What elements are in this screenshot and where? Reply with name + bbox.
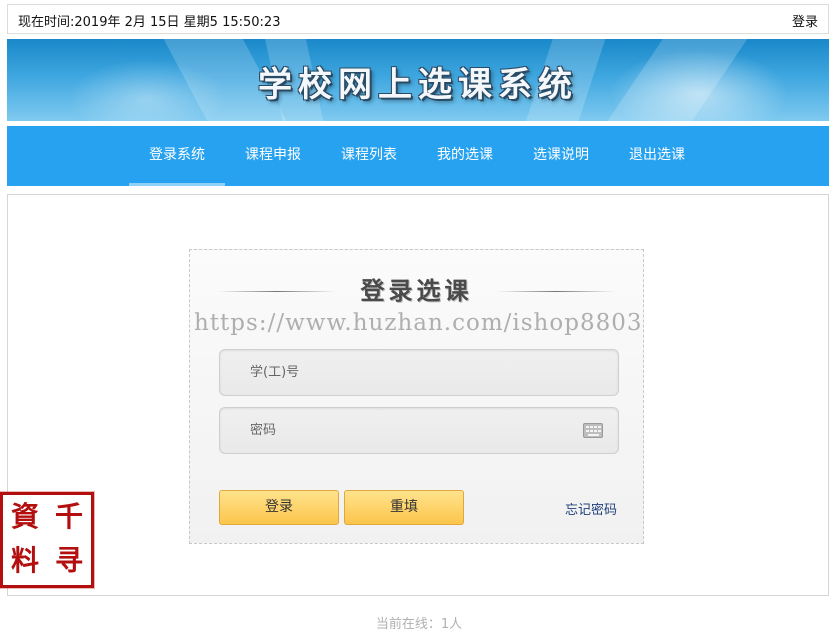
red-seal-stamp: 資 千 料 寻: [0, 492, 94, 588]
login-heading: 登录选课: [190, 274, 643, 308]
main-nav: 登录系统 课程申报 课程列表 我的选课 选课说明 退出选课: [7, 126, 829, 186]
nav-item-course-list[interactable]: 课程列表: [321, 126, 417, 186]
seal-char: 料: [11, 544, 40, 577]
nav-item-course-apply[interactable]: 课程申报: [225, 126, 321, 186]
reset-button[interactable]: 重填: [344, 490, 464, 525]
forgot-password-link[interactable]: 忘记密码: [565, 499, 617, 518]
nav-item-logout[interactable]: 退出选课: [609, 126, 705, 186]
login-heading-text: 登录选课: [360, 277, 473, 305]
site-title: 学校网上选课系统: [258, 65, 578, 105]
student-id-input[interactable]: [250, 350, 570, 395]
seal-char: 資: [11, 500, 40, 533]
top-status-bar: 现在时间:2019年 2月 15日 星期5 15:50:23 登录: [7, 4, 829, 34]
password-input[interactable]: [250, 408, 570, 453]
online-count: 当前在线：1人: [375, 617, 463, 632]
seal-char: 千: [55, 500, 84, 533]
nav-item-my-courses[interactable]: 我的选课: [417, 126, 513, 186]
login-button[interactable]: 登录: [219, 490, 339, 525]
seal-char: 寻: [55, 544, 84, 577]
top-login-link[interactable]: 登录: [792, 11, 818, 30]
header-banner: 学校网上选课系统: [7, 39, 829, 121]
keyboard-icon[interactable]: [583, 423, 603, 438]
student-id-field[interactable]: [219, 349, 619, 396]
heading-divider-left: [218, 291, 336, 292]
password-field[interactable]: [219, 407, 619, 454]
current-time: 现在时间:2019年 2月 15日 星期5 15:50:23: [18, 15, 281, 30]
watermark-url: https://www.huzhan.com/ishop8803: [194, 310, 642, 336]
heading-divider-right: [497, 291, 615, 292]
login-panel: 登录选课 https://www.huzhan.com/ishop8803 登录…: [189, 249, 644, 544]
nav-item-login-system[interactable]: 登录系统: [129, 126, 225, 186]
nav-item-instructions[interactable]: 选课说明: [513, 126, 609, 186]
